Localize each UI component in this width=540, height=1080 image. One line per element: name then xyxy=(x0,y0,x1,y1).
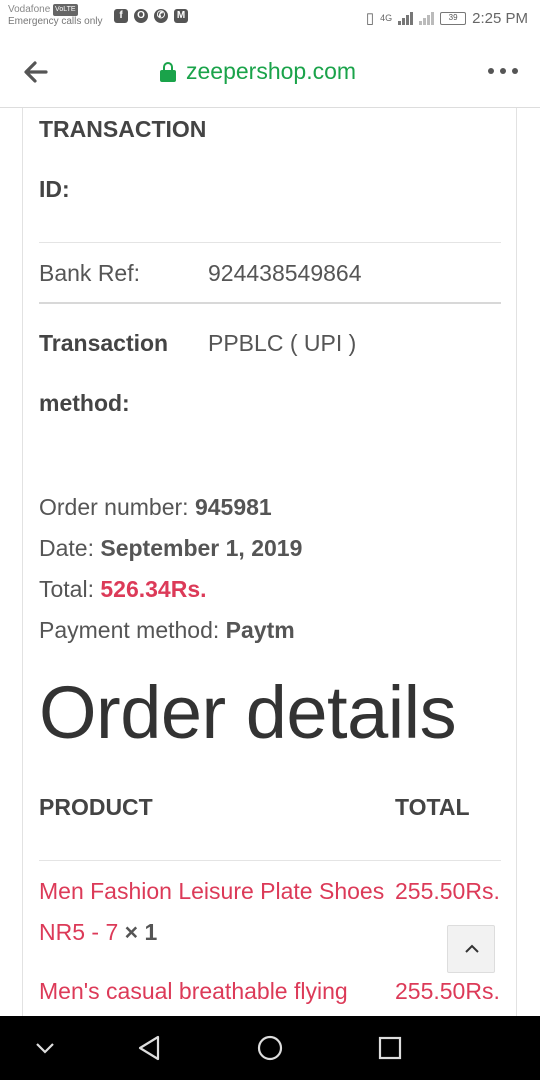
order-total-value: 526.34Rs. xyxy=(100,576,207,602)
network-type: 4G xyxy=(380,13,393,23)
transaction-id-label-2: ID: xyxy=(39,176,70,202)
order-number-value: 945981 xyxy=(194,494,272,520)
product-link[interactable]: Men Fashion Leisure Plate Shoes xyxy=(39,878,384,905)
battery-icon: 39 xyxy=(440,11,467,25)
status-bar: Vodafone VoLTE Emergency calls only f O … xyxy=(0,0,540,36)
bank-ref-value: 924438549864 xyxy=(208,260,362,286)
back-nav-icon[interactable] xyxy=(134,1032,166,1064)
browser-toolbar: zeepershop.com xyxy=(0,36,540,108)
divider xyxy=(39,860,501,861)
order-date-value: September 1, 2019 xyxy=(100,535,303,561)
order-total-label: Total: xyxy=(39,576,94,602)
product-quantity: × 1 xyxy=(124,919,158,945)
payment-method-label: Payment method: xyxy=(39,617,220,643)
product-link[interactable]: Men's casual breathable flying xyxy=(39,978,348,1005)
transaction-method-label: Transaction xyxy=(39,330,169,356)
more-menu-icon[interactable] xyxy=(488,68,518,74)
lock-icon xyxy=(160,61,176,82)
chevron-down-icon[interactable] xyxy=(29,1032,61,1064)
volte-badge: VoLTE xyxy=(53,4,78,16)
notification-icons: f O ✆ M xyxy=(114,9,188,23)
product-variant-link[interactable]: NR5 - 7 xyxy=(39,919,118,945)
scroll-to-top-button[interactable] xyxy=(447,925,495,973)
order-date-line: Date: September 1, 2019 xyxy=(39,535,302,562)
facebook-icon: f xyxy=(114,9,128,23)
product-total: 255.50Rs. xyxy=(395,978,500,1004)
page-content: TRANSACTION ID: Bank Ref: 924438549864 T… xyxy=(0,108,540,1016)
address-bar[interactable]: zeepershop.com xyxy=(160,58,356,85)
url-text: zeepershop.com xyxy=(186,58,357,84)
order-total-line: Total: 526.34Rs. xyxy=(39,576,207,603)
back-arrow-icon[interactable] xyxy=(20,56,52,88)
carrier-info: Vodafone VoLTE Emergency calls only xyxy=(8,4,102,28)
transaction-id-label: TRANSACTION xyxy=(39,116,207,142)
column-total: TOTAL xyxy=(395,794,470,820)
system-navigation-bar xyxy=(0,1016,540,1080)
order-number-line: Order number: 945981 xyxy=(39,494,272,521)
order-date-label: Date: xyxy=(39,535,94,561)
carrier-name: Vodafone xyxy=(8,4,51,15)
payment-method-value: Paytm xyxy=(225,617,295,643)
product-total: 255.50Rs. xyxy=(395,878,500,904)
system-status: ▯ 4G 39 2:25 PM xyxy=(365,9,528,28)
divider xyxy=(39,242,501,243)
column-product: PRODUCT xyxy=(39,794,153,820)
emergency-text: Emergency calls only xyxy=(8,16,103,27)
signal-2-icon xyxy=(419,11,435,25)
opera-icon: O xyxy=(134,9,148,23)
product-line-2: NR5 - 7 × 1 xyxy=(39,919,157,946)
bank-ref-label: Bank Ref: xyxy=(39,260,140,286)
home-nav-icon[interactable] xyxy=(254,1032,286,1064)
gmail-icon: M xyxy=(174,9,188,23)
transaction-method-value: PPBLC ( UPI ) xyxy=(208,330,357,356)
chevron-up-icon xyxy=(465,944,479,953)
signal-icon xyxy=(398,11,414,25)
recents-nav-icon[interactable] xyxy=(374,1032,406,1064)
transaction-method-label-2: method: xyxy=(39,390,130,416)
order-number-label: Order number: xyxy=(39,494,189,520)
payment-method-line: Payment method: Paytm xyxy=(39,617,295,644)
order-details-heading: Order details xyxy=(39,671,457,754)
time: 2:25 PM xyxy=(472,9,528,27)
whatsapp-icon: ✆ xyxy=(154,9,168,23)
divider xyxy=(39,302,501,304)
vibrate-icon: ▯ xyxy=(365,10,375,27)
